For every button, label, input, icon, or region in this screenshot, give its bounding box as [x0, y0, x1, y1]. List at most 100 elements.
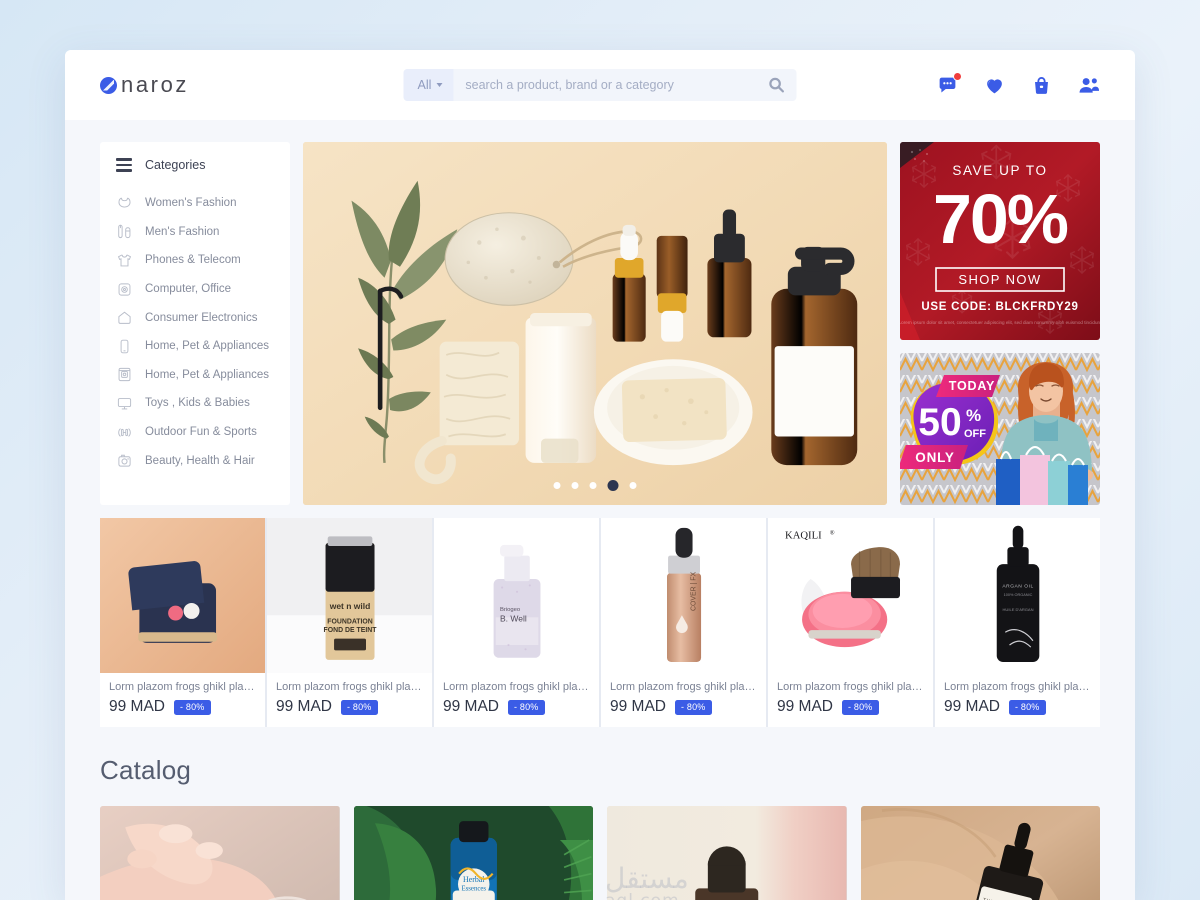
- catalog-card[interactable]: BYREDO blanche: [607, 806, 847, 900]
- promo-eyebrow: SAVE UP TO: [952, 163, 1047, 178]
- messages-button[interactable]: [937, 71, 962, 96]
- carousel-dot-1[interactable]: [553, 482, 561, 489]
- promo-black-friday[interactable]: SAVE UP TO 70% SHOP NOW USE CODE: BLCKFR…: [900, 142, 1100, 340]
- product-card[interactable]: wet n wild FOUNDATION FOND DE TEINT Lorm…: [267, 518, 432, 727]
- brand-logo[interactable]: naroz: [100, 72, 189, 98]
- promo-tag-bottom: ONLY: [915, 450, 954, 465]
- product-discount-badge: - 80%: [174, 699, 211, 715]
- svg-text:COVER | FX: COVER | FX: [691, 572, 698, 611]
- home-icon: [116, 309, 133, 326]
- sidebar-item-label: Toys , Kids & Babies: [145, 397, 250, 410]
- circle-slash-icon: [100, 76, 117, 94]
- account-button[interactable]: [1078, 75, 1100, 96]
- sidebar-item-label: Men's Fashion: [145, 225, 220, 238]
- product-image: KAQILI ®: [768, 518, 933, 673]
- sidebar-item-label: Phones & Telecom: [145, 254, 241, 267]
- user-group-icon: [1079, 77, 1099, 93]
- product-price: 99 MAD: [944, 698, 1000, 715]
- product-card[interactable]: ARGAN OIL 100% ORGANIC HUILE D'ARGAN Lor…: [935, 518, 1100, 727]
- svg-text:Briogeo: Briogeo: [500, 607, 520, 613]
- promo-headline-off: OFF: [964, 428, 986, 440]
- hero-carousel[interactable]: [303, 142, 887, 505]
- catalog-image: THE ORDINARY Vitamin C 30% in Silicone: [860, 806, 1100, 900]
- shirt-icon: [116, 252, 133, 269]
- svg-text:wet n wild: wet n wild: [329, 601, 371, 611]
- sidebar-item-beauty-health-hair[interactable]: Beauty, Health & Hair: [100, 446, 290, 475]
- promo-black-friday-image: SAVE UP TO 70% SHOP NOW USE CODE: BLCKFR…: [900, 142, 1100, 340]
- sidebar-item-label: Outdoor Fun & Sports: [145, 426, 257, 439]
- product-title: Lorm plazom frogs ghikl plati...: [276, 681, 423, 693]
- promo-headline: 70%: [933, 180, 1068, 258]
- cart-button[interactable]: [1031, 75, 1052, 96]
- catalog-card[interactable]: THE ORDINARY Vitamin C 30% in Silicone: [860, 806, 1100, 900]
- product-card[interactable]: Lorm plazom frogs ghikl plati... 99 MAD …: [100, 518, 265, 727]
- catalog-grid: Herbal Essences ARGAN OIL argania: [100, 806, 1100, 900]
- sidebar-item-mens-fashion[interactable]: Men's Fashion: [100, 218, 290, 247]
- appliance-icon: [116, 366, 133, 383]
- site-header: naroz All: [65, 50, 1135, 120]
- catalog-card[interactable]: [100, 806, 340, 900]
- catalog-card[interactable]: Herbal Essences ARGAN OIL argania: [353, 806, 593, 900]
- sidebar-item-label: Computer, Office: [145, 283, 232, 296]
- carousel-dot-4-active[interactable]: [607, 480, 619, 491]
- product-price-line: 99 MAD - 80%: [276, 698, 423, 716]
- product-price-line: 99 MAD - 80%: [109, 698, 256, 716]
- product-discount-badge: - 80%: [508, 699, 545, 715]
- promo-code-line: USE CODE: BLCKFRDY29: [921, 301, 1078, 313]
- carousel-dot-3[interactable]: [589, 482, 597, 489]
- product-info: Lorm plazom frogs ghikl plati... 99 MAD …: [434, 673, 599, 727]
- hamburger-menu-icon: [116, 158, 132, 172]
- sidebar-item-computer-office[interactable]: Computer, Office: [100, 275, 290, 304]
- categories-header[interactable]: Categories: [100, 158, 290, 172]
- product-title: Lorm plazom frogs ghikl plati...: [109, 681, 256, 693]
- chevron-down-icon: [436, 83, 443, 87]
- messages-unread-badge: [953, 71, 962, 81]
- sidebar-item-home-pet-appliances-1[interactable]: Home, Pet & Appliances: [100, 332, 290, 361]
- retro-camera-icon: [116, 452, 133, 469]
- carousel-dot-2[interactable]: [571, 482, 579, 489]
- search-bar: All: [403, 69, 797, 101]
- catalog-title: Catalog: [100, 755, 192, 785]
- svg-text:KAQILI: KAQILI: [785, 531, 822, 542]
- category-sidebar: Categories Women's Fashion Men's Fashion…: [100, 142, 290, 505]
- product-price: 99 MAD: [109, 698, 165, 715]
- search-input[interactable]: [453, 78, 765, 92]
- carousel-dot-5[interactable]: [629, 482, 637, 489]
- product-info: Lorm plazom frogs ghikl plati... 99 MAD …: [768, 673, 933, 727]
- product-card[interactable]: COVER | FX Lorm plazom frogs ghikl plati…: [601, 518, 766, 727]
- wishlist-button[interactable]: [984, 75, 1005, 96]
- product-image: ARGAN OIL 100% ORGANIC HUILE D'ARGAN: [935, 518, 1100, 673]
- product-card[interactable]: KAQILI ® Lorm plazom frogs ghikl plati..…: [768, 518, 933, 727]
- sidebar-item-label: Women's Fashion: [145, 197, 237, 210]
- product-card[interactable]: Briogeo B. Well Lorm plazom frogs ghikl …: [434, 518, 599, 727]
- carousel-dots: [553, 480, 637, 491]
- sidebar-item-outdoor-fun-sports[interactable]: Outdoor Fun & Sports: [100, 418, 290, 447]
- app-window: naroz All search a product, brand or a c…: [65, 50, 1135, 900]
- sidebar-item-toys-kids-babies[interactable]: Toys , Kids & Babies: [100, 389, 290, 418]
- product-title: Lorm plazom frogs ghikl plati...: [777, 681, 924, 693]
- search-icon: [769, 77, 784, 93]
- sidebar-item-womens-fashion[interactable]: Women's Fashion: [100, 189, 290, 218]
- sidebar-item-phones-telecom[interactable]: Phones & Telecom: [100, 246, 290, 275]
- promo-cta: SHOP NOW: [958, 272, 1041, 287]
- product-discount-badge: - 80%: [341, 699, 378, 715]
- promo-today-only[interactable]: TODAY 50 % OFF ONLY: [900, 353, 1100, 505]
- promo-tag-top: TODAY: [949, 379, 995, 393]
- hero-image: [303, 142, 887, 505]
- search-button[interactable]: [765, 77, 797, 93]
- monitor-icon: [116, 395, 133, 412]
- product-image: Briogeo B. Well: [434, 518, 599, 673]
- svg-text:100% ORGANIC: 100% ORGANIC: [1004, 593, 1033, 597]
- sidebar-item-consumer-electronics[interactable]: Consumer Electronics: [100, 303, 290, 332]
- product-info: Lorm plazom frogs ghikl plati... 99 MAD …: [935, 673, 1100, 727]
- product-discount-badge: - 80%: [1009, 699, 1046, 715]
- sidebar-item-home-pet-appliances-2[interactable]: Home, Pet & Appliances: [100, 361, 290, 390]
- search-scope-dropdown[interactable]: All: [403, 69, 454, 101]
- product-title: Lorm plazom frogs ghikl plati...: [944, 681, 1091, 693]
- product-price: 99 MAD: [610, 698, 666, 715]
- product-discount-badge: - 80%: [675, 699, 712, 715]
- camera-icon: [116, 281, 133, 298]
- product-title: Lorm plazom frogs ghikl plati...: [443, 681, 590, 693]
- promo-headline-percent: %: [966, 406, 981, 425]
- promo-today-only-image: TODAY 50 % OFF ONLY: [900, 353, 1100, 505]
